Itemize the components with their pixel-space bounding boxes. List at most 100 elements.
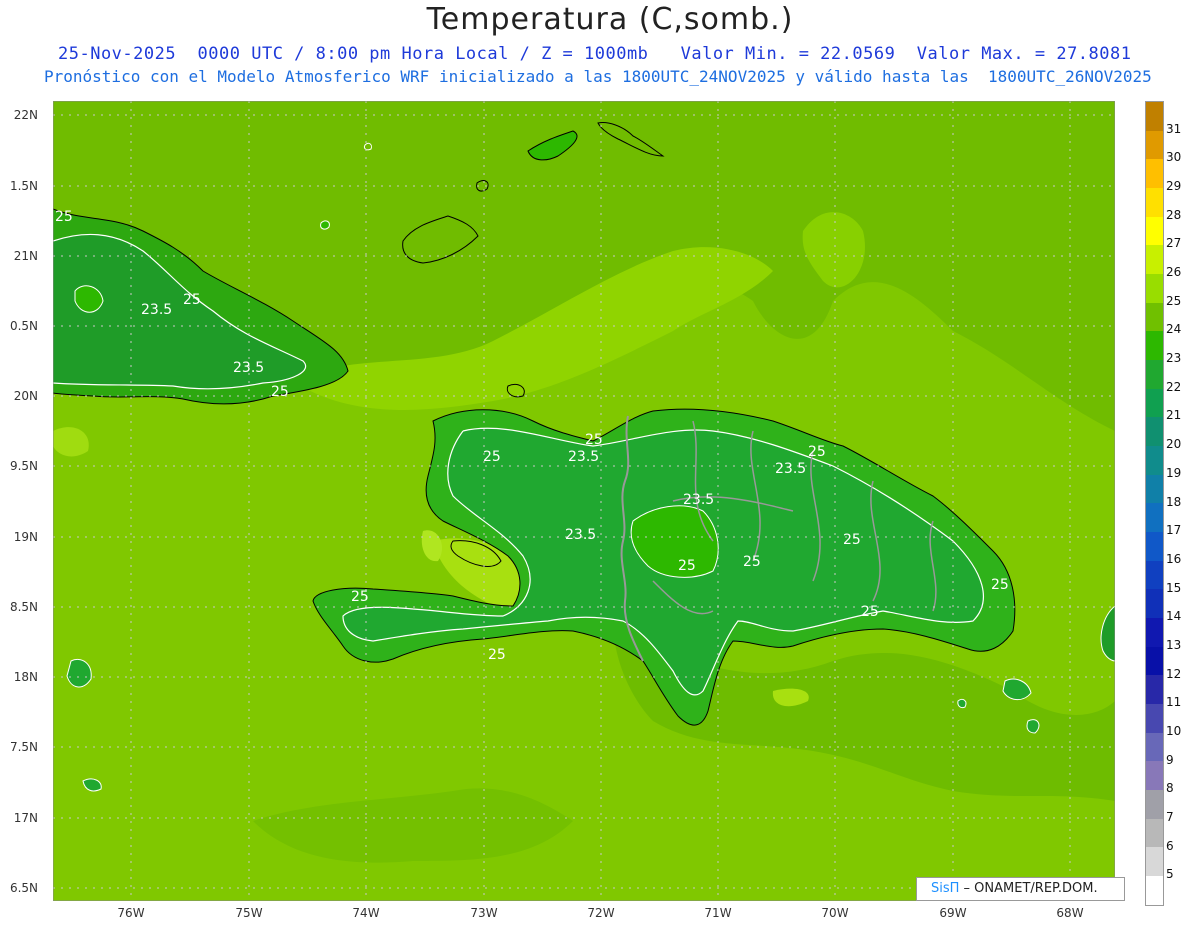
colorbar-swatch xyxy=(1146,245,1163,275)
chart-title: Temperatura (C,somb.) xyxy=(426,2,794,37)
colorbar-label: 30 xyxy=(1166,150,1182,165)
lat-label: 0.5N xyxy=(9,319,38,333)
lat-label: 8.5N xyxy=(9,600,38,614)
colorbar-swatch xyxy=(1146,474,1163,504)
colorbar-label: 26 xyxy=(1166,265,1182,280)
small-island xyxy=(1026,719,1040,734)
contour-label: 23.5 xyxy=(565,527,596,543)
colorbar-swatch xyxy=(1146,130,1163,160)
valid-time-info: 25-Nov-2025 0000 UTC / 8:00 pm Hora Loca… xyxy=(58,44,1132,64)
colorbar-label: 7 xyxy=(1166,809,1174,824)
lon-label: 72W xyxy=(587,906,615,920)
colorbar-swatch xyxy=(1146,360,1163,389)
contour-label: 25 xyxy=(585,432,603,448)
contour-label: 25 xyxy=(55,209,73,225)
colorbar-label: 29 xyxy=(1166,179,1182,194)
credit-box: SisΠ – ONAMET/REP.DOM. xyxy=(916,877,1125,901)
colorbar-label: 6 xyxy=(1166,838,1174,853)
lat-label: 18N xyxy=(13,670,38,684)
colorbar-swatch xyxy=(1146,704,1163,733)
colorbar-label: 14 xyxy=(1166,609,1182,624)
colorbar-swatch xyxy=(1146,560,1163,590)
colorbar-swatch xyxy=(1146,589,1163,619)
colorbar-label: 12 xyxy=(1166,666,1182,681)
colorbar-label: 11 xyxy=(1166,695,1182,710)
colorbar-swatch xyxy=(1146,675,1163,705)
contour-label: 23.5 xyxy=(775,461,806,477)
colorbar-swatch xyxy=(1146,646,1163,676)
lon-label: 68W xyxy=(1056,906,1084,920)
contour-label: 25 xyxy=(183,292,201,308)
colorbar-label: 25 xyxy=(1166,293,1182,308)
contour-label: 23.5 xyxy=(568,449,599,465)
contour-label: 25 xyxy=(351,589,369,605)
colorbar-swatch xyxy=(1146,102,1163,131)
small-island xyxy=(957,698,967,709)
lat-label: 9.5N xyxy=(9,459,38,473)
lon-label: 76W xyxy=(117,906,145,920)
small-island xyxy=(66,658,92,688)
colorbar-swatch xyxy=(1146,446,1163,475)
contour-label: 25 xyxy=(483,449,501,465)
colorbar-label: 23 xyxy=(1166,351,1182,366)
lat-label: 19N xyxy=(13,530,38,544)
colorbar-swatch xyxy=(1146,761,1163,791)
colorbar-label: 27 xyxy=(1166,236,1182,251)
lat-label: 17N xyxy=(13,811,38,825)
credit-org: – ONAMET/REP.DOM. xyxy=(959,881,1098,896)
colorbar xyxy=(1145,101,1164,906)
colorbar-label: 21 xyxy=(1166,408,1182,423)
lat-label: 21N xyxy=(13,249,38,263)
colorbar-label: 24 xyxy=(1166,322,1182,337)
colorbar-swatch xyxy=(1146,818,1163,848)
colorbar-swatch xyxy=(1146,216,1163,246)
colorbar-label: 17 xyxy=(1166,523,1182,538)
island xyxy=(320,220,330,230)
contour-label: 25 xyxy=(808,444,826,460)
colorbar-swatch xyxy=(1146,876,1163,905)
contour-label: 25 xyxy=(743,554,761,570)
colorbar-swatch xyxy=(1146,188,1163,217)
colorbar-label: 5 xyxy=(1166,867,1174,882)
contour-label: 25 xyxy=(488,647,506,663)
model-info: Pronóstico con el Modelo Atmosferico WRF… xyxy=(44,67,1152,86)
lat-label: 1.5N xyxy=(9,179,38,193)
colorbar-label: 18 xyxy=(1166,494,1182,509)
colorbar-swatch xyxy=(1146,159,1163,189)
colorbar-swatch xyxy=(1146,732,1163,762)
lat-label: 6.5N xyxy=(9,881,38,895)
colorbar-swatch xyxy=(1146,274,1163,303)
contour-label: 25 xyxy=(271,384,289,400)
colorbar-label: 31 xyxy=(1166,121,1182,136)
lon-label: 75W xyxy=(235,906,263,920)
colorbar-swatch xyxy=(1146,331,1163,361)
contour-label: 25 xyxy=(843,532,861,548)
lon-label: 74W xyxy=(352,906,380,920)
colorbar-label: 28 xyxy=(1166,207,1182,222)
colorbar-label: 22 xyxy=(1166,379,1182,394)
colorbar-label: 9 xyxy=(1166,752,1174,767)
colorbar-swatch xyxy=(1146,388,1163,418)
lat-label: 20N xyxy=(13,389,38,403)
lat-label: 22N xyxy=(13,108,38,122)
colorbar-swatch xyxy=(1146,618,1163,647)
contour-label: 23.5 xyxy=(233,360,264,376)
colorbar-swatch xyxy=(1146,790,1163,819)
colorbar-swatch xyxy=(1146,417,1163,447)
contour-label: 25 xyxy=(678,558,696,574)
temperature-map: 25 23.5 25 23.5 25 25 23.5 25 23.5 25 23… xyxy=(53,101,1115,901)
sisp-logo-text: SisΠ xyxy=(931,881,960,896)
colorbar-swatch xyxy=(1146,532,1163,561)
colorbar-label: 19 xyxy=(1166,465,1182,480)
lon-label: 70W xyxy=(821,906,849,920)
contour-label: 25 xyxy=(991,577,1009,593)
colorbar-label: 13 xyxy=(1166,637,1182,652)
colorbar-swatch xyxy=(1146,847,1163,877)
lat-label: 7.5N xyxy=(9,740,38,754)
lon-label: 73W xyxy=(470,906,498,920)
lon-label: 69W xyxy=(939,906,967,920)
contour-label: 23.5 xyxy=(683,492,714,508)
colorbar-swatch xyxy=(1146,302,1163,332)
contour-label: 25 xyxy=(861,604,879,620)
colorbar-label: 20 xyxy=(1166,437,1182,452)
